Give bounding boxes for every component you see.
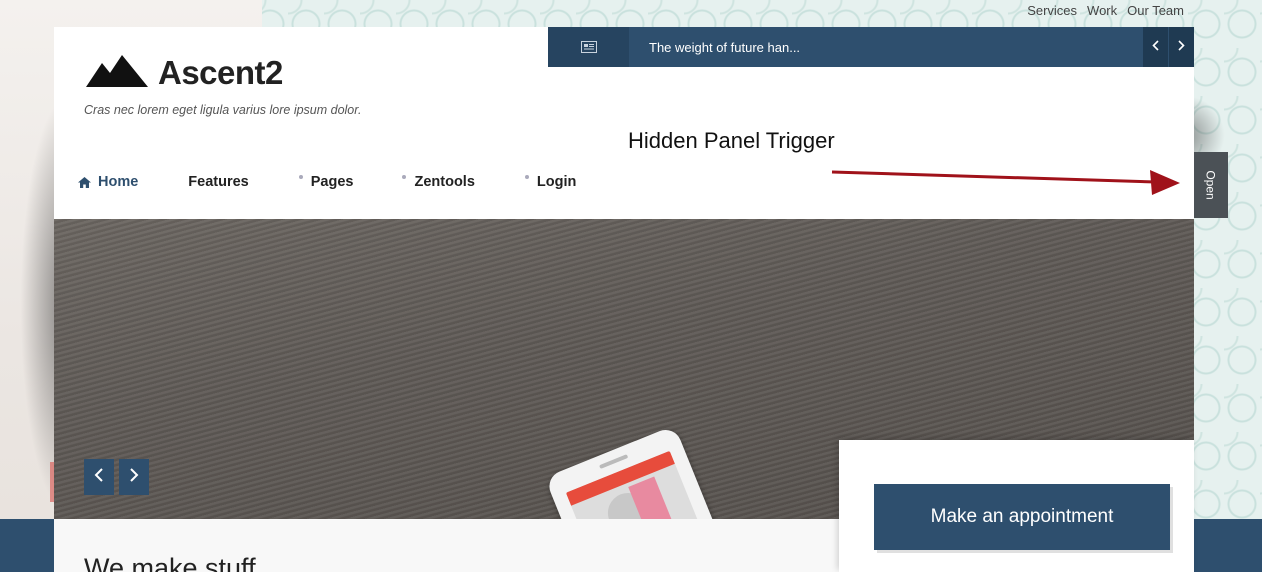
make-appointment-button[interactable]: Make an appointment xyxy=(874,484,1170,550)
phone-screen xyxy=(565,450,704,519)
nav-item-label: Home xyxy=(98,174,139,190)
slide-prev-button[interactable] xyxy=(84,459,114,495)
nav-item-login[interactable]: Login xyxy=(524,174,577,190)
site-title: Ascent2 xyxy=(158,54,283,91)
annotation-arrow xyxy=(831,170,1180,195)
nav-item-label: Login xyxy=(536,174,577,190)
nav-item-features[interactable]: Features xyxy=(188,174,248,190)
phone-speaker xyxy=(598,454,629,470)
nav-item-zentools[interactable]: Zentools xyxy=(402,174,475,190)
nav-item-label: Zentools xyxy=(414,174,475,190)
nav-item-home[interactable]: Home xyxy=(78,174,138,190)
dropdown-dot-icon xyxy=(298,175,303,179)
slide-image-phone xyxy=(544,425,720,519)
news-ticker: The weight of future han... xyxy=(548,27,1194,67)
dropdown-dot-icon xyxy=(524,175,529,179)
ticker-headline[interactable]: The weight of future han... xyxy=(629,40,1142,55)
home-icon xyxy=(78,176,91,188)
mountain-logo-icon xyxy=(86,54,148,92)
ticker-next-button[interactable] xyxy=(1168,27,1194,67)
hidden-panel-trigger[interactable]: Open xyxy=(1194,152,1228,218)
top-link-our-team[interactable]: Our Team xyxy=(1127,3,1184,18)
top-link-services[interactable]: Services xyxy=(1027,3,1077,18)
nav-item-label: Features xyxy=(188,174,249,190)
annotation-label: Hidden Panel Trigger xyxy=(628,128,835,153)
appointment-panel: Make an appointment xyxy=(839,440,1194,572)
slide-next-button[interactable] xyxy=(119,459,149,495)
ticker-prev-button[interactable] xyxy=(1142,27,1168,67)
chevron-right-icon xyxy=(1178,38,1185,56)
dropdown-dot-icon xyxy=(402,175,407,179)
top-link-work[interactable]: Work xyxy=(1087,3,1117,18)
chevron-left-icon xyxy=(1152,38,1159,56)
site-logo[interactable]: Ascent2 xyxy=(86,54,283,92)
chevron-right-icon xyxy=(129,467,139,488)
site-tagline: Cras nec lorem eget ligula varius lore i… xyxy=(84,103,362,117)
nav-item-pages[interactable]: Pages xyxy=(298,174,354,190)
main-content: We make stuff xyxy=(54,519,839,572)
chevron-left-icon xyxy=(94,467,104,488)
nav-item-label: Pages xyxy=(310,174,354,190)
main-nav: Home Features Pages Zentools Login xyxy=(78,174,576,190)
hidden-panel-label: Open xyxy=(1203,170,1218,200)
newspaper-icon xyxy=(548,27,629,67)
top-links: Services Work Our Team xyxy=(1027,3,1184,18)
content-heading: We make stuff xyxy=(84,553,256,572)
